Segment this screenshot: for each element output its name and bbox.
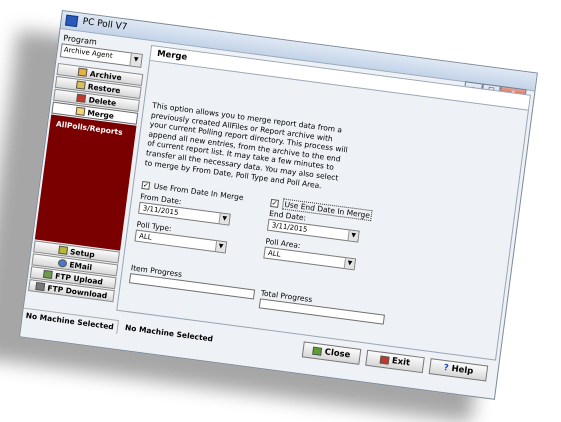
poll-area-value: ALL	[267, 249, 282, 259]
help-button-label: Help	[450, 363, 474, 377]
email-button-label: EMail	[68, 259, 93, 272]
restore-icon	[75, 80, 86, 90]
close-icon	[312, 346, 323, 356]
setup-button-label: Setup	[69, 246, 96, 259]
item-progress-bar	[128, 273, 256, 300]
app-window: PC Poll V7 – □ x Program Archive Agent ▼…	[18, 10, 538, 400]
total-progress-bar	[258, 298, 385, 325]
exit-button[interactable]: Exit	[365, 349, 425, 374]
program-select-value: Archive Agent	[63, 45, 114, 60]
from-date-value: 3/11/2015	[142, 204, 179, 217]
archive-icon	[77, 67, 88, 77]
upload-icon	[42, 269, 53, 279]
poll-type-select[interactable]: ALL ▼	[134, 229, 228, 254]
download-icon	[35, 281, 46, 292]
chevron-down-icon[interactable]: ▼	[218, 213, 230, 225]
help-icon: ?	[442, 362, 450, 374]
delete-icon	[76, 93, 87, 103]
app-icon	[64, 14, 79, 28]
help-button[interactable]: ? Help	[428, 358, 489, 382]
window-title: PC Poll V7	[81, 16, 128, 33]
end-date-value: 3/11/2015	[271, 221, 308, 234]
exit-icon	[379, 355, 390, 365]
setup-icon	[57, 245, 68, 255]
folder-icon	[75, 106, 86, 116]
allpolls-reports-item[interactable]: AllPolls/Reports	[56, 119, 124, 137]
poll-type-value: ALL	[138, 232, 153, 242]
merge-button-label: Merge	[86, 107, 115, 121]
chevron-down-icon[interactable]: ▼	[129, 53, 142, 67]
exit-button-label: Exit	[391, 356, 411, 369]
close-button[interactable]: Close	[301, 341, 362, 365]
check-icon: ✓	[270, 198, 280, 208]
delete-button-label: Delete	[88, 94, 117, 108]
merge-description: This option allows you to merge report d…	[144, 100, 349, 190]
email-icon	[57, 258, 68, 268]
close-button-label: Close	[324, 347, 351, 361]
chevron-down-icon[interactable]: ▼	[214, 241, 227, 253]
check-icon: ✓	[141, 180, 151, 190]
chevron-down-icon[interactable]: ▼	[343, 258, 355, 270]
merge-options-panel: AllPolls/Reports	[34, 114, 137, 251]
poll-area-select[interactable]: ALL ▼	[263, 246, 357, 271]
merge-panel: Merge This option allows you to merge re…	[116, 44, 531, 361]
chevron-down-icon[interactable]: ▼	[347, 230, 359, 242]
